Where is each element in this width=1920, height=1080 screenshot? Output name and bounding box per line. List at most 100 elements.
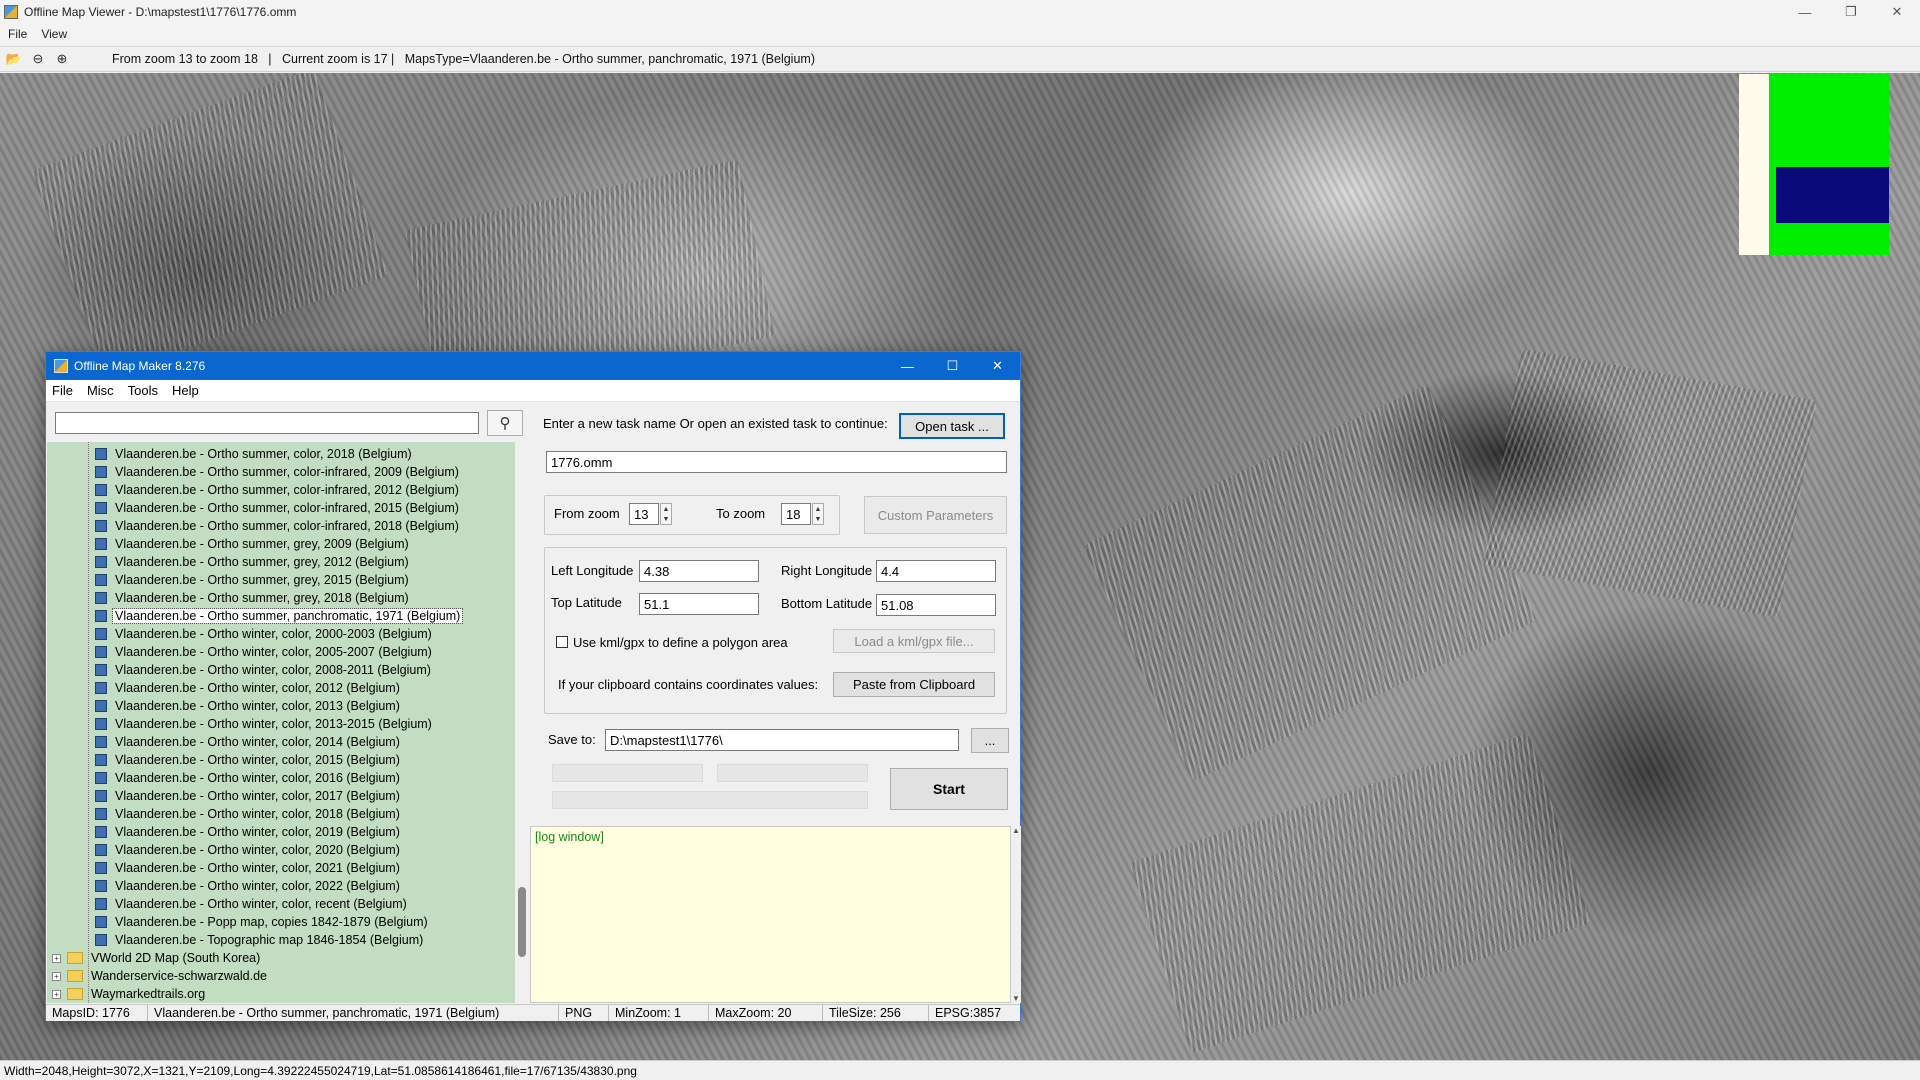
minimap-viewport[interactable] [1776,167,1889,223]
tree-item[interactable]: Vlaanderen.be - Ortho winter, color, 200… [95,643,434,661]
left-longitude-input[interactable]: 4.38 [639,560,759,582]
map-type-icon [95,646,107,658]
from-zoom-spinner[interactable]: ▲ ▼ [660,503,672,525]
minimize-icon[interactable]: — [885,352,930,380]
tree-item[interactable]: Vlaanderen.be - Ortho winter, color, 201… [95,769,402,787]
tree-item[interactable]: Vlaanderen.be - Ortho winter, color, 201… [95,697,402,715]
map-type-icon [95,448,107,460]
tree-item-label: Vlaanderen.be - Ortho winter, color, 201… [115,735,400,749]
to-zoom-input[interactable]: 18 [781,503,811,525]
scroll-down-icon[interactable]: ▼ [1011,994,1021,1003]
tree-item-label: Vlaanderen.be - Ortho winter, color, 201… [115,807,400,821]
tree-item[interactable]: Vlaanderen.be - Ortho summer, color-infr… [95,481,461,499]
tree-scrollbar[interactable] [515,442,529,1003]
map-type-icon [95,772,107,784]
tree-item[interactable]: Vlaanderen.be - Ortho winter, color, 201… [95,751,402,769]
map-field [1129,733,1591,1053]
status-map-name: Vlaanderen.be - Ortho summer, panchromat… [148,1005,559,1021]
save-to-input[interactable]: D:\mapstest1\1776\ [605,729,959,751]
browse-button[interactable]: ... [971,728,1009,753]
map-type-pane: ⚲ Vlaanderen.be - Ortho summer, color, 2… [47,403,529,1003]
from-zoom-input[interactable]: 13 [629,503,659,525]
map-type-icon [95,682,107,694]
tree-item-label: Vlaanderen.be - Ortho summer, color-infr… [115,483,459,497]
zoom-in-icon[interactable]: ⊕ [52,49,72,69]
tree-folder[interactable]: + Waymarkedtrails.org [52,985,207,1003]
tree-item[interactable]: Vlaanderen.be - Ortho winter, color, 200… [95,661,433,679]
tree-item-label: Vlaanderen.be - Ortho winter, color, 201… [115,771,400,785]
zoom-out-icon[interactable]: ⊖ [28,49,48,69]
tree-item[interactable]: Vlaanderen.be - Topographic map 1846-185… [95,931,425,949]
tree-folder[interactable]: + VWorld 2D Map (South Korea) [52,949,262,967]
load-kml-button[interactable]: Load a kml/gpx file... [833,629,995,653]
expand-icon[interactable]: + [52,989,61,999]
tree-item-label: Vlaanderen.be - Ortho winter, color, 200… [115,663,431,677]
map-type-icon [95,790,107,802]
tree-item[interactable]: Vlaanderen.be - Popp map, copies 1842-18… [95,913,430,931]
maker-menu-misc[interactable]: Misc [87,383,114,398]
minimize-icon[interactable]: — [1782,0,1828,24]
tree-item-label: Vlaanderen.be - Ortho summer, grey, 2012… [115,555,409,569]
tree-item[interactable]: Vlaanderen.be - Ortho winter, color, 202… [95,859,402,877]
scroll-up-icon[interactable]: ▲ [1011,826,1021,835]
menu-file[interactable]: File [8,27,27,41]
log-window[interactable]: [log window] [530,826,1011,1003]
map-search-input[interactable] [55,412,479,434]
restore-icon[interactable]: ❐ [1828,0,1874,24]
maximize-icon[interactable]: ☐ [930,352,975,380]
maker-menu-help[interactable]: Help [172,383,199,398]
tree-item[interactable]: Vlaanderen.be - Ortho winter, color, 200… [95,625,434,643]
minimap-coverage [1769,74,1889,255]
close-icon[interactable]: ✕ [1874,0,1920,24]
expand-icon[interactable]: + [52,953,61,963]
tree-item[interactable]: Vlaanderen.be - Ortho winter, color, 201… [95,733,402,751]
tree-item[interactable]: Vlaanderen.be - Ortho winter, color, 201… [95,805,402,823]
paste-from-clipboard-button[interactable]: Paste from Clipboard [833,672,995,697]
tree-item[interactable]: Vlaanderen.be - Ortho summer, grey, 2015… [95,571,411,589]
tree-item[interactable]: Vlaanderen.be - Ortho winter, color, 201… [95,823,402,841]
tree-item[interactable]: Vlaanderen.be - Ortho winter, color, 201… [95,715,434,733]
bottom-latitude-input[interactable]: 51.08 [876,594,996,616]
tree-item[interactable]: Vlaanderen.be - Ortho summer, grey, 2018… [95,589,411,607]
tree-item[interactable]: Vlaanderen.be - Ortho summer, grey, 2009… [95,535,411,553]
map-type-icon [95,880,107,892]
map-type-tree[interactable]: Vlaanderen.be - Ortho summer, color, 201… [47,442,515,1003]
tree-item[interactable]: Vlaanderen.be - Ortho winter, color, 202… [95,877,402,895]
offline-map-maker-dialog: Offline Map Maker 8.276 — ☐ ✕ File Misc … [45,351,1021,1021]
tree-item[interactable]: Vlaanderen.be - Ortho summer, panchromat… [95,607,464,625]
progress-bar-total [552,791,868,809]
scrollbar-thumb[interactable] [518,887,526,957]
status-max-zoom: MaxZoom: 20 [709,1005,823,1021]
tree-item[interactable]: Vlaanderen.be - Ortho winter, color, rec… [95,895,409,913]
top-latitude-input[interactable]: 51.1 [639,593,759,615]
search-button[interactable]: ⚲ [487,410,523,436]
open-task-button[interactable]: Open task ... [899,413,1005,439]
map-type-icon [95,862,107,874]
right-longitude-input[interactable]: 4.4 [876,560,996,582]
to-zoom-spinner[interactable]: ▲ ▼ [812,503,824,525]
maker-menu-tools[interactable]: Tools [128,383,158,398]
tree-item[interactable]: Vlaanderen.be - Ortho summer, grey, 2012… [95,553,411,571]
right-longitude-label: Right Longitude [781,563,873,578]
close-icon[interactable]: ✕ [975,352,1020,380]
expand-icon[interactable]: + [52,971,61,981]
tree-guide-line [88,442,89,1003]
kml-checkbox[interactable] [556,636,568,648]
task-name-input[interactable]: 1776.omm [546,451,1007,473]
minimap[interactable] [1739,74,1889,255]
maker-menu-file[interactable]: File [52,383,73,398]
tree-item[interactable]: Vlaanderen.be - Ortho summer, color, 201… [95,445,414,463]
tree-item[interactable]: Vlaanderen.be - Ortho summer, color-infr… [95,517,461,535]
tree-folder[interactable]: + Wanderservice-schwarzwald.de [52,967,269,985]
tree-item[interactable]: Vlaanderen.be - Ortho summer, color-infr… [95,463,461,481]
map-type-icon [95,826,107,838]
tree-item[interactable]: Vlaanderen.be - Ortho winter, color, 201… [95,679,402,697]
tree-item[interactable]: Vlaanderen.be - Ortho winter, color, 201… [95,787,402,805]
start-button[interactable]: Start [890,768,1008,810]
tree-item[interactable]: Vlaanderen.be - Ortho summer, color-infr… [95,499,461,517]
log-scrollbar[interactable]: ▲ ▼ [1011,826,1021,1003]
open-folder-icon[interactable]: 📂 [4,49,24,69]
menu-view[interactable]: View [41,27,67,41]
custom-parameters-button[interactable]: Custom Parameters [864,496,1007,534]
tree-item[interactable]: Vlaanderen.be - Ortho winter, color, 202… [95,841,402,859]
